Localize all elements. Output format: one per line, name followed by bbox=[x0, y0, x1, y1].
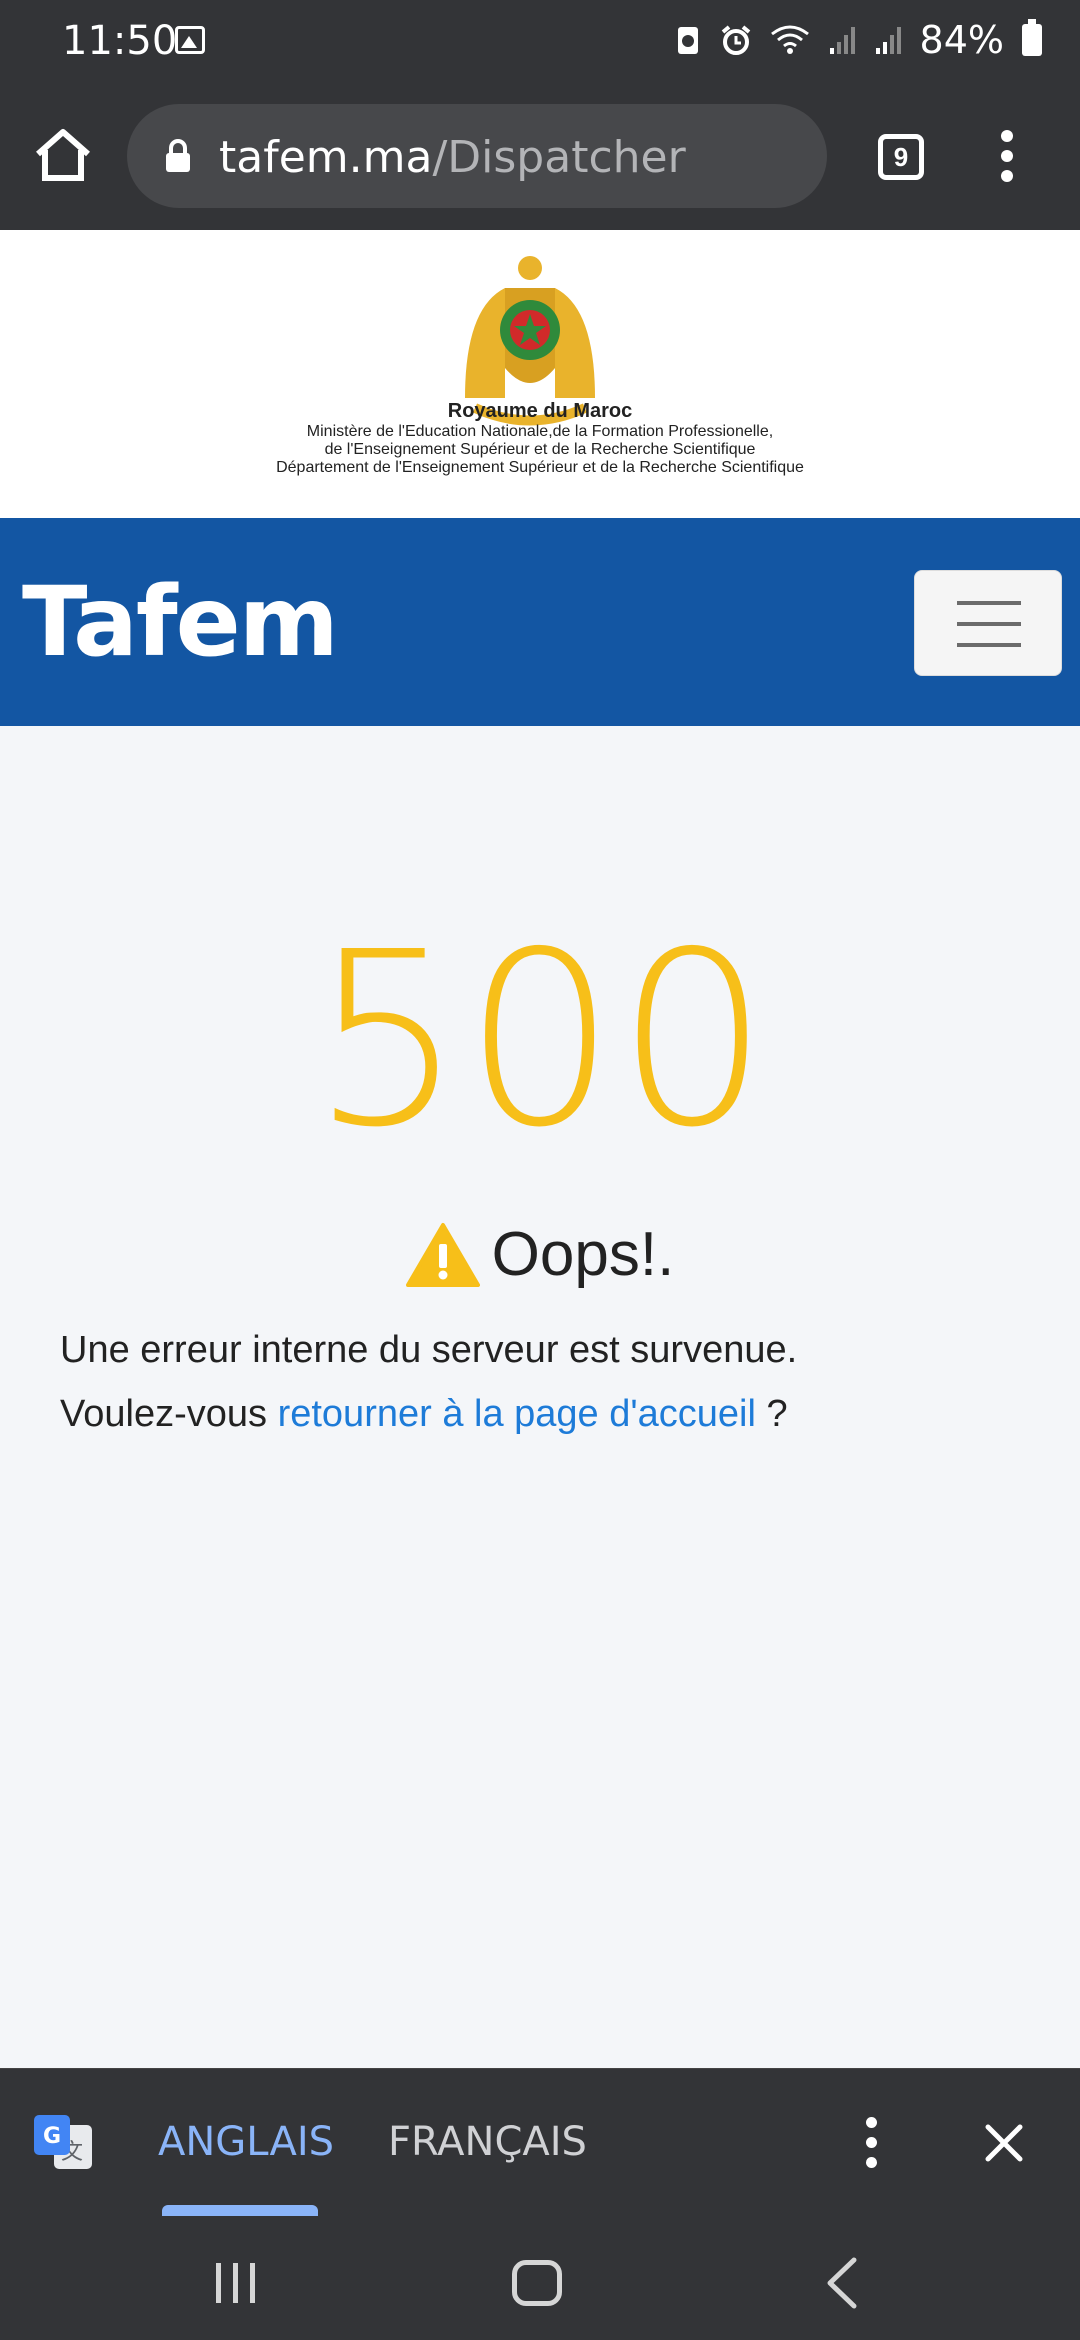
recents-icon[interactable] bbox=[212, 2261, 260, 2305]
google-translate-icon[interactable]: 文 G bbox=[32, 2113, 94, 2171]
battery-percent: 84% bbox=[919, 18, 1004, 62]
translate-menu-icon[interactable] bbox=[860, 2117, 884, 2169]
government-header: Royaume du Maroc Ministère de l'Educatio… bbox=[0, 230, 1080, 518]
status-time: 11:50 bbox=[62, 18, 178, 64]
browser-toolbar: tafem.ma/Dispatcher 9 bbox=[0, 84, 1080, 230]
error-title: Oops!. bbox=[0, 1215, 1080, 1290]
alarm-icon bbox=[721, 25, 750, 55]
home-nav-icon[interactable] bbox=[512, 2260, 562, 2306]
image-icon bbox=[175, 26, 205, 54]
error-code: 500 bbox=[310, 900, 770, 1180]
ministry-text: Royaume du Maroc Ministère de l'Educatio… bbox=[0, 400, 1080, 477]
close-icon[interactable] bbox=[984, 2123, 1024, 2163]
signal-icon bbox=[875, 27, 901, 54]
site-navbar: Tafem bbox=[0, 518, 1080, 726]
navbar-toggle-button[interactable] bbox=[914, 570, 1062, 676]
status-icons: 84% bbox=[674, 18, 1042, 62]
header-line-4: Département de l'Enseignement Supérieur … bbox=[276, 459, 804, 476]
system-navigation-bar bbox=[0, 2216, 1080, 2340]
battery-icon bbox=[1022, 19, 1042, 56]
tab-switcher-button[interactable]: 9 bbox=[878, 134, 924, 180]
language-tab-french[interactable]: FRANÇAIS bbox=[388, 2119, 587, 2165]
url-path: /Dispatcher bbox=[432, 132, 686, 183]
home-icon[interactable] bbox=[30, 122, 96, 188]
language-tab-english[interactable]: ANGLAIS bbox=[158, 2119, 334, 2165]
header-line-3: de l'Enseignement Supérieur et de la Rec… bbox=[324, 441, 756, 458]
header-line-2: Ministère de l'Education Nationale,de la… bbox=[306, 423, 774, 440]
back-icon[interactable] bbox=[822, 2256, 862, 2310]
brand-logo[interactable]: Tafem bbox=[22, 566, 339, 678]
wifi-icon bbox=[770, 25, 809, 54]
browser-menu-icon[interactable] bbox=[990, 130, 1024, 182]
prompt-after: ? bbox=[755, 1393, 788, 1435]
home-page-link[interactable]: retourner à la page d'accueil bbox=[278, 1393, 756, 1435]
lock-icon bbox=[166, 139, 190, 172]
svg-text:G: G bbox=[43, 2124, 61, 2149]
url-bar[interactable]: tafem.ma/Dispatcher bbox=[127, 104, 827, 208]
return-prompt: Voulez-vous retourner à la page d'accuei… bbox=[60, 1382, 797, 1446]
error-description: Une erreur interne du serveur est surven… bbox=[60, 1329, 798, 1371]
error-message: Une erreur interne du serveur est surven… bbox=[60, 1318, 797, 1446]
header-line-1: Royaume du Maroc bbox=[447, 400, 633, 422]
url-host: tafem.ma bbox=[219, 132, 433, 183]
warning-icon bbox=[405, 1222, 480, 1287]
signal-icon bbox=[829, 27, 855, 54]
prompt-before: Voulez-vous bbox=[60, 1393, 278, 1435]
error-title-text: Oops!. bbox=[491, 1220, 675, 1290]
data-saver-icon bbox=[677, 27, 698, 54]
status-bar: 11:50 84% bbox=[0, 0, 1080, 84]
url-text: tafem.ma/Dispatcher bbox=[219, 132, 686, 183]
translate-bar: 文 G ANGLAIS FRANÇAIS bbox=[0, 2068, 1080, 2217]
